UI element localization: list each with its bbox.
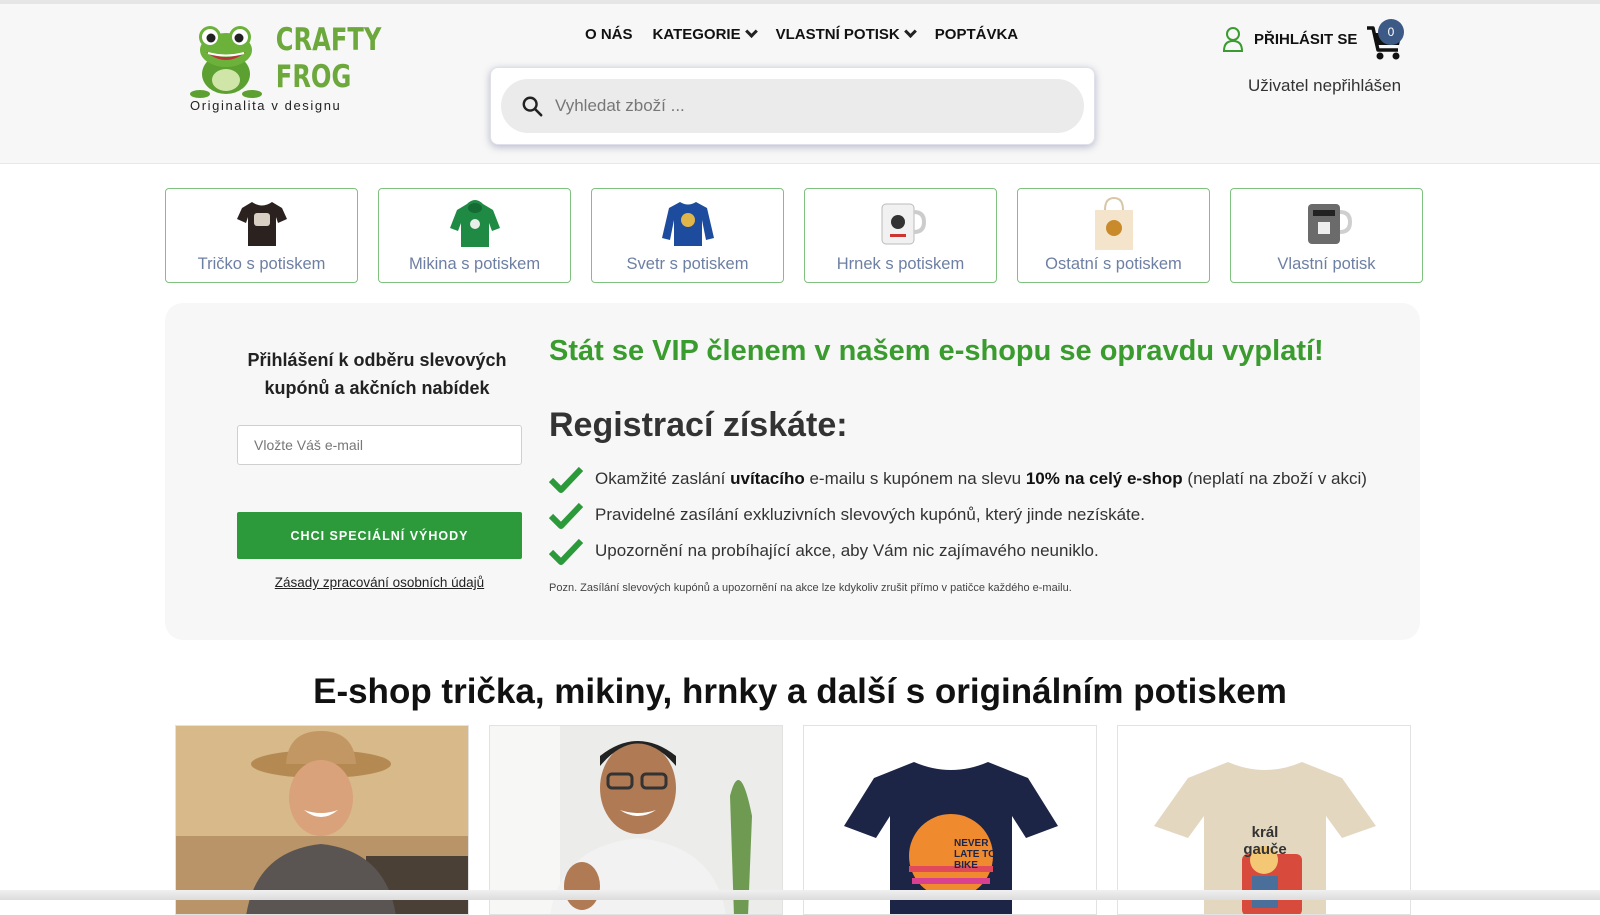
section-title: E-shop trička, mikiny, hrnky a další s o… xyxy=(313,672,1287,711)
logo[interactable]: CRAFTY FROG Originalita v designu xyxy=(190,20,382,120)
nav-vlastni-potisk[interactable]: VLASTNÍ POTISK xyxy=(775,25,917,43)
nav-poptavka[interactable]: POPTÁVKA xyxy=(935,26,1018,43)
nav-kategorie[interactable]: KATEGORIE xyxy=(652,25,758,43)
benefits-list: Okamžité zaslání uvítacího e-mailu s kup… xyxy=(549,461,1367,569)
search-field-wrap xyxy=(501,79,1084,133)
benefit-item: Okamžité zaslání uvítacího e-mailu s kup… xyxy=(549,461,1367,497)
search-container xyxy=(490,67,1095,145)
hoodie-icon xyxy=(449,197,501,249)
email-field[interactable] xyxy=(237,425,522,465)
user-icon xyxy=(1222,27,1244,52)
benefit-text: Okamžité zaslání uvítacího e-mailu s kup… xyxy=(595,469,1367,489)
login-button[interactable]: PŘIHLÁSIT SE xyxy=(1222,26,1357,52)
product-print-text: král gauče xyxy=(1243,824,1287,858)
benefit-bold: uvítacího xyxy=(730,469,805,488)
checkmark-icon xyxy=(549,502,583,529)
category-label: Hrnek s potiskem xyxy=(836,255,965,273)
product-print-text: NEVER LATE TO BIKE xyxy=(954,838,996,871)
category-label: Tričko s potiskem xyxy=(197,255,326,273)
nav-label: KATEGORIE xyxy=(652,26,741,43)
category-sweater[interactable]: Svetr s potiskem xyxy=(591,188,784,283)
benefit-item: Pravidelné zasílání exkluzivních slevový… xyxy=(549,497,1367,533)
nav-label: POPTÁVKA xyxy=(934,26,1019,43)
benefit-text: Upozornění na probíhající akce, aby Vám … xyxy=(595,541,1099,560)
privacy-policy-link[interactable]: Zásady zpracování osobních údajů xyxy=(237,575,522,590)
tote-bag-icon xyxy=(1088,196,1140,250)
unsubscribe-note: Pozn. Zasílání slevových kupónů a upozor… xyxy=(549,582,1072,594)
product-card[interactable] xyxy=(489,725,783,915)
category-custom[interactable]: Vlastní potisk xyxy=(1230,188,1423,283)
search-input[interactable] xyxy=(555,96,1035,116)
mug-icon xyxy=(875,197,927,249)
tshirt-icon xyxy=(236,197,288,249)
logo-tagline: Originalita v designu xyxy=(190,98,342,113)
logo-wordmark: CRAFTY FROG xyxy=(275,22,382,96)
frog-logo-icon xyxy=(190,26,262,98)
product-grid: NEVER LATE TO BIKE král gauče xyxy=(175,725,1411,915)
benefit-text-part: e-mailu s kupónem na slevu xyxy=(804,469,1026,488)
category-label: Vlastní potisk xyxy=(1277,255,1376,273)
benefit-text: Pravidelné zasílání exkluzivních slevový… xyxy=(595,505,1145,524)
nav-label: VLASTNÍ POTISK xyxy=(775,26,900,43)
subscribe-button[interactable]: CHCI SPECIÁLNÍ VÝHODY xyxy=(237,512,522,559)
user-status: Uživatel nepřihlášen xyxy=(1248,76,1402,95)
benefit-bold: 10% na celý e-shop xyxy=(1025,469,1183,488)
vip-headline: Stát se VIP členem v našem e-shopu se op… xyxy=(549,335,1324,367)
custom-mug-icon xyxy=(1301,197,1353,249)
product-card[interactable]: král gauče xyxy=(1117,725,1411,915)
category-label: Ostatní s potiskem xyxy=(1045,255,1182,273)
product-card[interactable]: NEVER LATE TO BIKE xyxy=(803,725,1097,915)
newsletter-title: Přihlášení k odběru slevových kupónů a a… xyxy=(247,350,507,398)
benefit-text-part: (neplatí na zboží v akci) xyxy=(1182,469,1367,488)
benefit-text-part: Okamžité zaslání xyxy=(595,469,731,488)
category-tshirt[interactable]: Tričko s potiskem xyxy=(165,188,358,283)
cart-count-badge: 0 xyxy=(1378,19,1404,45)
category-other[interactable]: Ostatní s potiskem xyxy=(1017,188,1210,283)
registration-heading: Registrací získáte: xyxy=(549,406,848,444)
site-header: CRAFTY FROG Originalita v designu O NÁS … xyxy=(0,4,1600,164)
chevron-down-icon xyxy=(744,25,758,39)
product-card[interactable] xyxy=(175,725,469,915)
nav-label: O NÁS xyxy=(585,26,633,43)
logo-line-2: FROG xyxy=(275,59,352,95)
logo-line-1: CRAFTY xyxy=(275,22,382,58)
product-photo-man xyxy=(490,726,782,914)
chevron-down-icon xyxy=(903,25,917,39)
page-bottom-edge xyxy=(0,890,1600,900)
product-photo-cowboy xyxy=(176,726,468,914)
search-icon[interactable] xyxy=(521,95,543,117)
benefit-item: Upozornění na probíhající akce, aby Vám … xyxy=(549,533,1367,569)
login-label: PŘIHLÁSIT SE xyxy=(1254,30,1358,48)
category-label: Mikina s potiskem xyxy=(408,255,541,273)
category-mug[interactable]: Hrnek s potiskem xyxy=(804,188,997,283)
main-nav: O NÁS KATEGORIE VLASTNÍ POTISK POPTÁVKA xyxy=(585,25,1018,43)
product-photo-sofa-tee xyxy=(1118,726,1410,914)
checkmark-icon xyxy=(549,538,583,565)
category-label: Svetr s potiskem xyxy=(626,255,749,273)
category-hoodie[interactable]: Mikina s potiskem xyxy=(378,188,571,283)
checkmark-icon xyxy=(549,466,583,493)
product-photo-bike-tee xyxy=(804,726,1096,914)
vip-promo-section: Přihlášení k odběru slevových kupónů a a… xyxy=(165,303,1420,640)
nav-o-nas[interactable]: O NÁS xyxy=(585,26,633,43)
sweater-icon xyxy=(662,197,714,249)
category-tiles: Tričko s potiskem Mikina s potiskem Svet… xyxy=(165,188,1423,283)
